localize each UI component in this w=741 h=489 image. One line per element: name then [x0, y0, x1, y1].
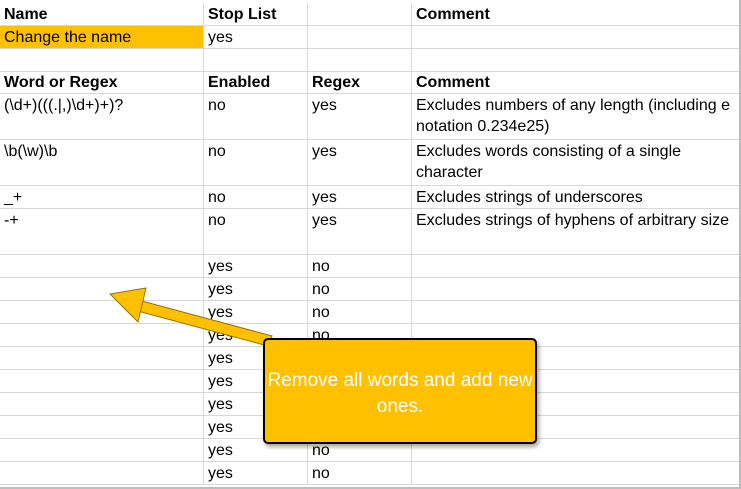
word-cell[interactable]: _+ — [0, 186, 204, 209]
table-row: -+ no yes Excludes strings of hyphens of… — [0, 209, 741, 255]
comment-cell[interactable] — [412, 301, 741, 324]
word-cell[interactable] — [0, 255, 204, 278]
word-cell[interactable] — [0, 370, 204, 393]
table-header-row: Word or Regex Enabled Regex Comment — [0, 71, 741, 94]
enabled-cell[interactable]: yes — [204, 462, 308, 485]
header-row: Name Stop List Comment — [0, 3, 741, 26]
comment-cell[interactable]: Excludes numbers of any length (includin… — [412, 94, 741, 140]
table-row: \b(\w)\b no yes Excludes words consistin… — [0, 140, 741, 186]
column-header-comment[interactable]: Comment — [412, 71, 741, 94]
comment-cell[interactable] — [412, 255, 741, 278]
word-cell[interactable] — [0, 301, 204, 324]
callout-box: Remove all words and add new ones. — [263, 338, 537, 444]
table-row: (\d+)(((.|,)\d+)+)? no yes Excludes numb… — [0, 94, 741, 140]
regex-cell[interactable]: no — [308, 255, 412, 278]
header-empty-cell[interactable] — [308, 3, 412, 26]
comment-cell[interactable]: Excludes words consisting of a single ch… — [412, 140, 741, 186]
column-header-regex[interactable]: Regex — [308, 71, 412, 94]
empty-cell[interactable] — [204, 49, 308, 72]
name-row: Change the name yes — [0, 26, 741, 49]
empty-cell[interactable] — [0, 49, 204, 72]
table-row: yes no — [0, 301, 741, 324]
word-cell[interactable] — [0, 439, 204, 462]
word-cell[interactable] — [0, 416, 204, 439]
enabled-cell[interactable]: no — [204, 94, 308, 140]
regex-cell[interactable]: no — [308, 278, 412, 301]
header-stoplist-cell[interactable]: Stop List — [204, 3, 308, 26]
enabled-cell[interactable]: no — [204, 186, 308, 209]
column-header-word[interactable]: Word or Regex — [0, 71, 204, 94]
word-cell[interactable]: (\d+)(((.|,)\d+)+)? — [0, 94, 204, 140]
enabled-cell[interactable]: no — [204, 209, 308, 255]
header-comment-cell[interactable]: Comment — [412, 3, 741, 26]
header-name-cell[interactable]: Name — [0, 3, 204, 26]
comment-cell[interactable] — [412, 462, 741, 485]
table-row: yes no — [0, 462, 741, 485]
empty-cell[interactable] — [412, 26, 741, 49]
column-header-enabled[interactable]: Enabled — [204, 71, 308, 94]
stoplist-value-cell[interactable]: yes — [204, 26, 308, 49]
regex-cell[interactable]: yes — [308, 140, 412, 186]
comment-cell[interactable]: Excludes strings of hyphens of arbitrary… — [412, 209, 741, 255]
enabled-cell[interactable]: yes — [204, 301, 308, 324]
table-row: yes no — [0, 255, 741, 278]
word-cell[interactable]: -+ — [0, 209, 204, 255]
regex-cell[interactable]: yes — [308, 94, 412, 140]
enabled-cell[interactable]: no — [204, 140, 308, 186]
comment-cell[interactable]: Excludes strings of underscores — [412, 186, 741, 209]
word-cell[interactable]: \b(\w)\b — [0, 140, 204, 186]
table-row: yes no — [0, 278, 741, 301]
word-cell[interactable] — [0, 347, 204, 370]
comment-cell[interactable] — [412, 278, 741, 301]
name-value-cell[interactable]: Change the name — [0, 26, 204, 49]
word-cell[interactable] — [0, 462, 204, 485]
empty-cell[interactable] — [308, 49, 412, 72]
enabled-cell[interactable]: yes — [204, 255, 308, 278]
empty-cell[interactable] — [308, 26, 412, 49]
regex-cell[interactable]: no — [308, 301, 412, 324]
empty-cell[interactable] — [412, 49, 741, 72]
blank-row — [0, 49, 741, 72]
table-row: _+ no yes Excludes strings of underscore… — [0, 186, 741, 209]
callout-text: Remove all words and add new ones. — [267, 370, 533, 417]
enabled-cell[interactable]: yes — [204, 278, 308, 301]
regex-cell[interactable]: yes — [308, 186, 412, 209]
regex-cell[interactable]: no — [308, 462, 412, 485]
word-cell[interactable] — [0, 278, 204, 301]
regex-cell[interactable]: yes — [308, 209, 412, 255]
word-cell[interactable] — [0, 393, 204, 416]
word-cell[interactable] — [0, 324, 204, 347]
